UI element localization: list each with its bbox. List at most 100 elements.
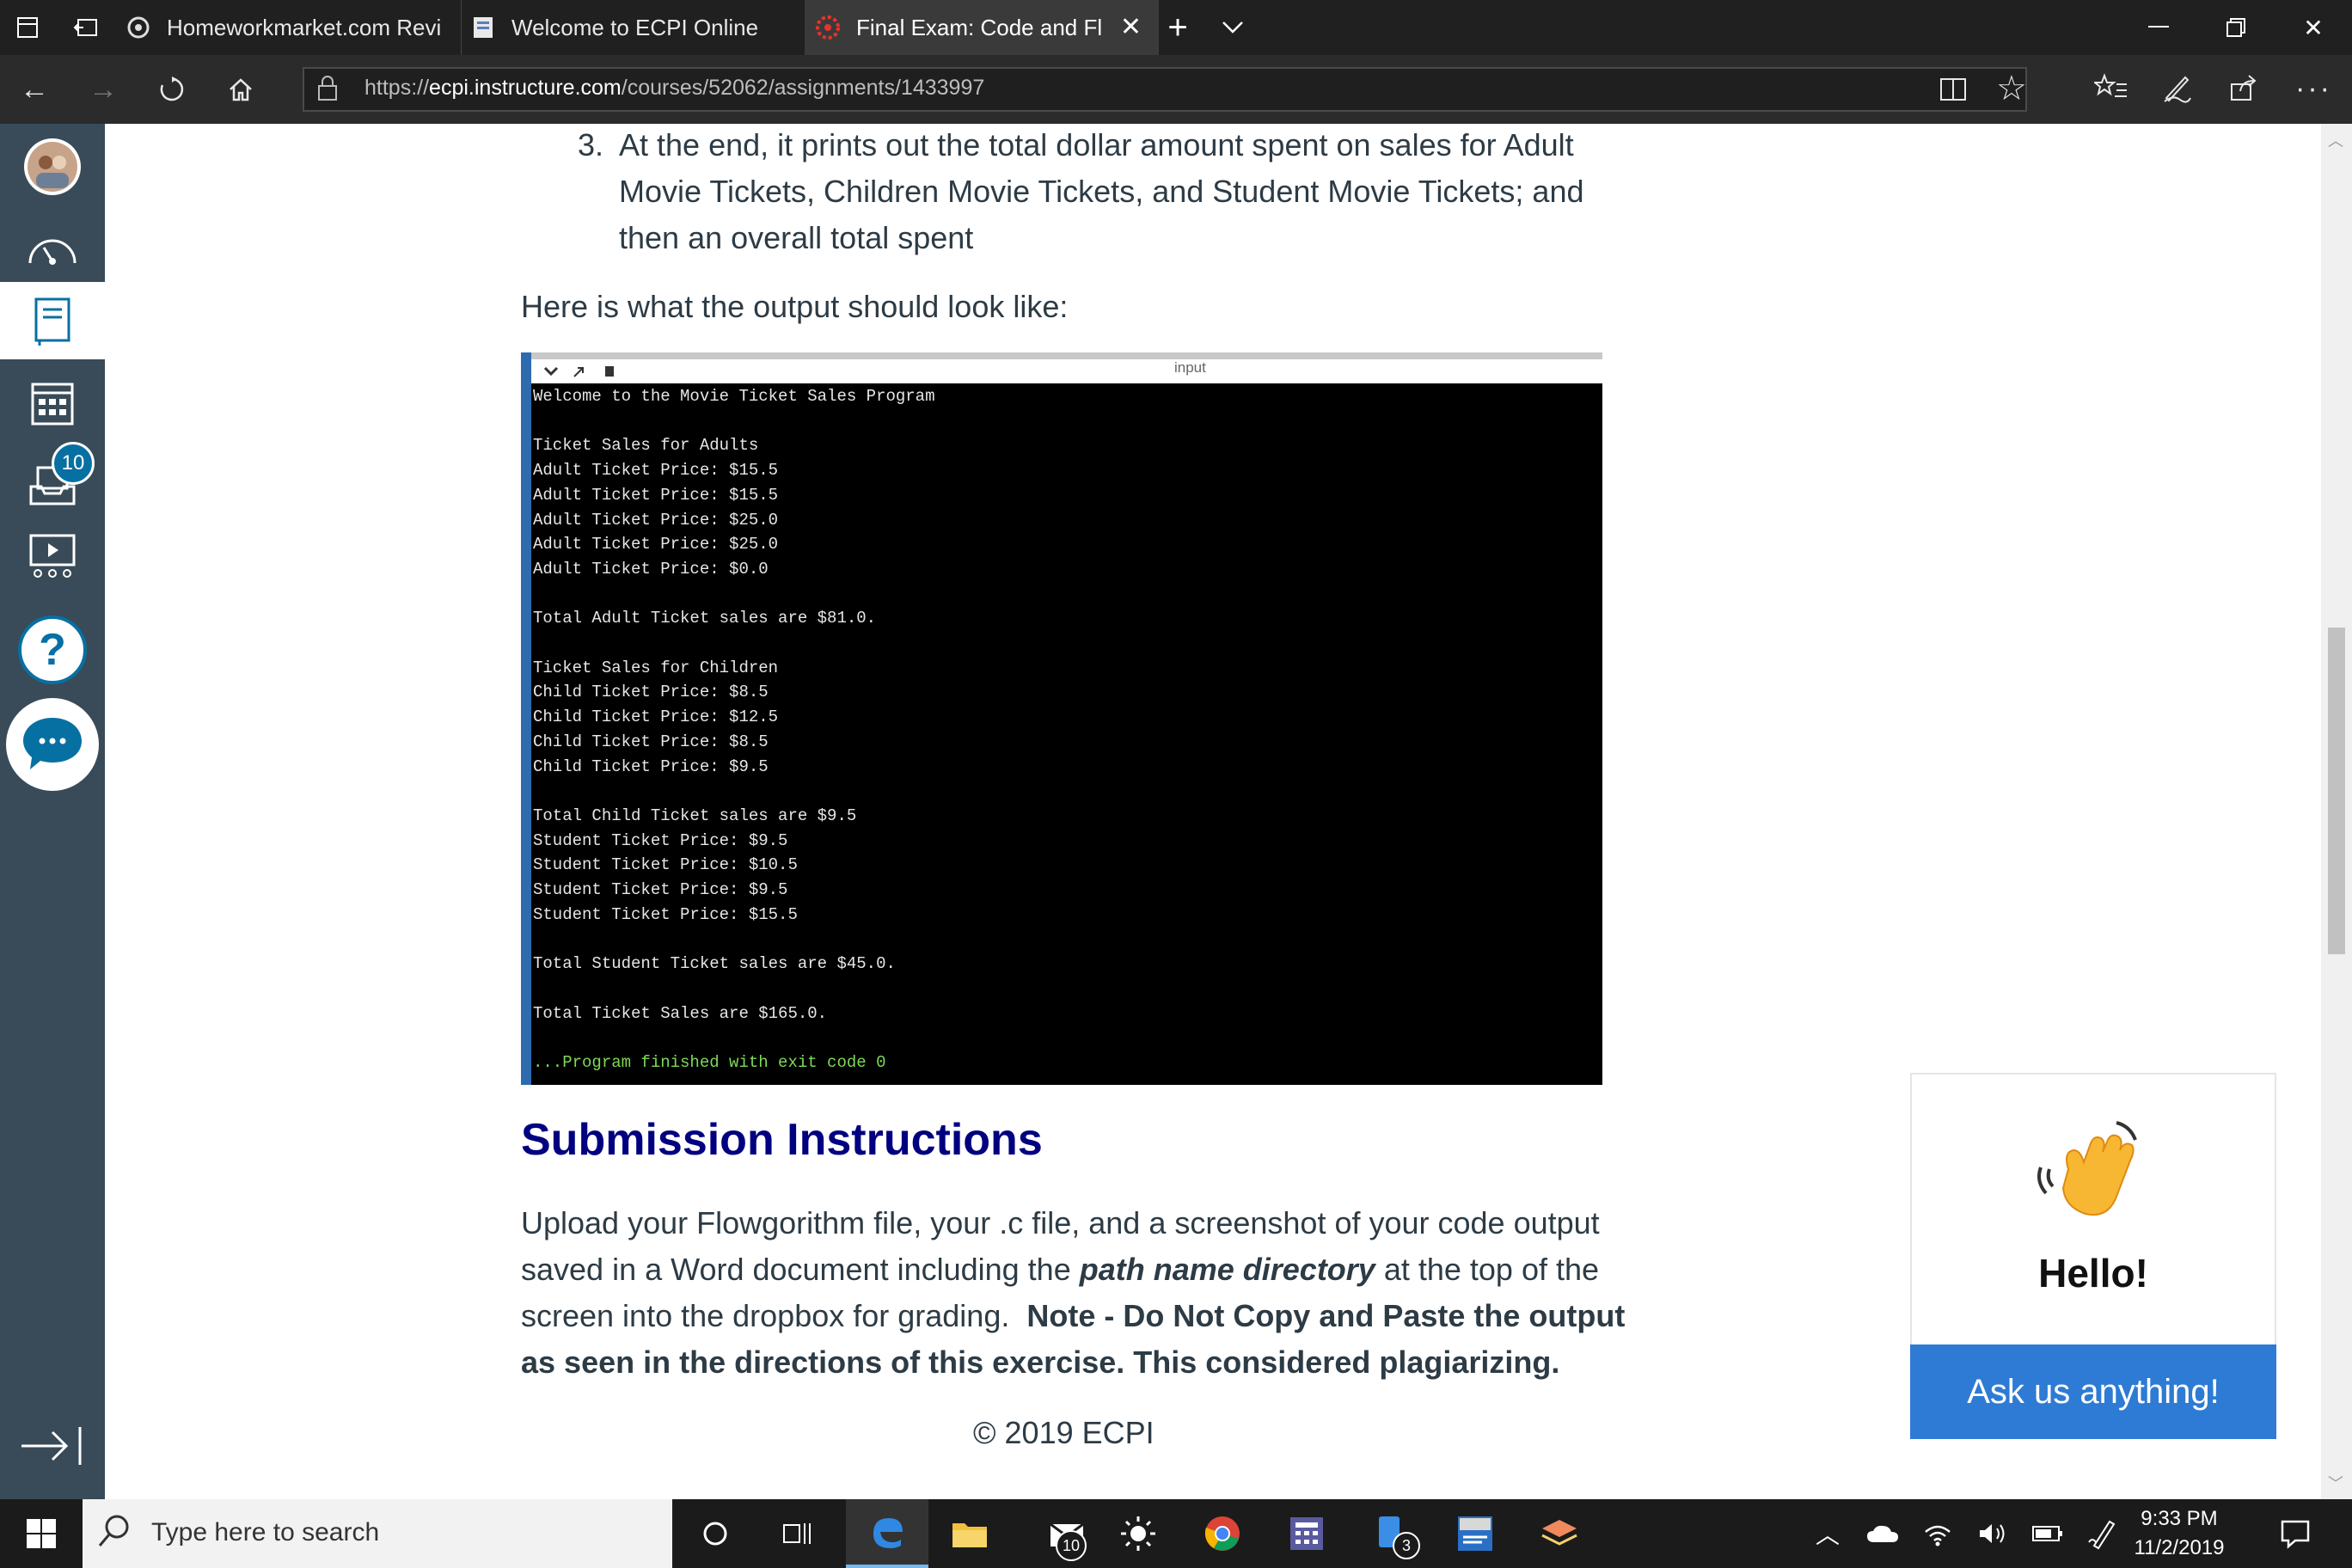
scroll-up-icon[interactable]: ︿ (2328, 129, 2343, 151)
console-line: ...Program finished with exit code 0 (533, 1052, 886, 1072)
app-badge: 3 (1393, 1532, 1420, 1559)
courses-icon[interactable] (0, 282, 105, 359)
pen-notes-icon[interactable] (2161, 72, 2192, 107)
console-line: Child Ticket Price: $8.5 (533, 732, 769, 751)
tab-label: Homeworkmarket.com Revi (167, 14, 442, 40)
console-line: Welcome to the Movie Ticket Sales Progra… (533, 387, 935, 406)
phone-app-icon[interactable] (1350, 1499, 1432, 1568)
list-text-line-3: then an overall total spent (619, 220, 974, 255)
console-line: Student Ticket Price: $15.5 (533, 904, 798, 924)
url-prefix: https:// (364, 76, 430, 100)
console-line: Student Ticket Price: $10.5 (533, 855, 798, 875)
system-clock[interactable]: 9:33 PM 11/2/2019 (2132, 1504, 2226, 1563)
list-text-line-1: At the end, it prints out the total doll… (619, 127, 1574, 162)
submission-line-4: as seen in the directions of this exerci… (521, 1344, 1560, 1380)
calendar-icon[interactable] (0, 361, 105, 444)
submission-text: at the top of the (1375, 1252, 1600, 1287)
new-tab-icon[interactable]: + (1152, 0, 1204, 55)
chevron-down-icon[interactable] (1207, 0, 1259, 55)
console-line: Adult Ticket Price: $25.0 (533, 535, 779, 554)
submission-text: screen into the dropbox for grading. (521, 1298, 1027, 1333)
console-line: Total Student Ticket sales are $45.0. (533, 954, 896, 974)
mail-badge: 10 (1056, 1530, 1087, 1561)
favorite-star-icon[interactable]: ☆ (1996, 69, 2027, 108)
chrome-icon[interactable] (1181, 1499, 1264, 1568)
submission-line-1: Upload your Flowgorithm file, your .c fi… (521, 1205, 1600, 1240)
tab-final-exam[interactable]: Final Exam: Code and Fl ✕ (805, 0, 1159, 55)
console-line: Adult Ticket Price: $0.0 (533, 559, 769, 579)
console-header-label: input (1174, 359, 1206, 376)
console-toolbar-icons (543, 363, 621, 386)
windows-start-icon[interactable] (0, 1499, 83, 1568)
account-avatar[interactable] (0, 126, 105, 208)
console-line: Child Ticket Price: $9.5 (533, 756, 769, 776)
file-explorer-icon[interactable] (928, 1499, 1011, 1568)
home-icon[interactable] (206, 55, 275, 124)
more-options-icon[interactable]: ··· (2295, 72, 2332, 106)
console-line: Adult Ticket Price: $15.5 (533, 461, 779, 481)
output-intro: Here is what the output should look like… (521, 289, 1069, 324)
clock-time: 9:33 PM (2141, 1507, 2218, 1530)
edge-browser-icon[interactable] (846, 1499, 928, 1568)
tab-ecpi-online[interactable]: Welcome to ECPI Online (461, 0, 814, 55)
favorites-list-icon[interactable] (2092, 72, 2128, 107)
console-header (524, 352, 1602, 383)
layers-app-icon[interactable] (1518, 1499, 1601, 1568)
document-icon (474, 17, 493, 38)
console-line: Adult Ticket Price: $15.5 (533, 485, 779, 505)
path-name-emphasis: path name directory (1079, 1252, 1375, 1287)
restore-icon[interactable] (2197, 0, 2275, 55)
task-view-icon[interactable] (756, 1499, 839, 1568)
chat-support-icon[interactable] (0, 693, 105, 796)
waving-hand-icon (2034, 1118, 2146, 1234)
console-line: Total Adult Ticket sales are $81.0. (533, 609, 877, 628)
url-domain: ecpi.instructure.com (429, 76, 622, 100)
scroll-down-icon[interactable]: ﹀ (2328, 1472, 2343, 1494)
collapse-nav-icon[interactable] (0, 1405, 105, 1487)
copyright: © 2019 ECPI (973, 1415, 1155, 1450)
console-left-border (521, 352, 531, 1085)
sun-weather-icon[interactable] (1097, 1499, 1179, 1568)
reading-view-icon[interactable] (1938, 74, 1969, 109)
back-arrow-icon[interactable]: ← (0, 55, 69, 124)
console-line: Adult Ticket Price: $25.0 (533, 510, 779, 530)
share-icon[interactable] (2228, 72, 2259, 107)
console-line: Child Ticket Price: $12.5 (533, 707, 779, 727)
canvas-logo-icon (816, 15, 840, 40)
notifications-icon[interactable] (2254, 1499, 2337, 1568)
clock-date: 11/2/2019 (2134, 1536, 2225, 1559)
close-window-icon[interactable]: ✕ (2275, 0, 2352, 55)
set-aside-tabs-icon[interactable] (58, 0, 113, 55)
search-placeholder: Type here to search (151, 1518, 380, 1547)
submission-line-3: screen into the dropbox for grading. Not… (521, 1293, 1625, 1339)
gear-icon (127, 16, 150, 39)
note-warning: Note - Do Not Copy and Paste the output (1026, 1298, 1626, 1333)
refresh-icon[interactable] (138, 55, 206, 124)
submission-text: saved in a Word document including the (521, 1252, 1080, 1287)
ask-us-button[interactable]: Ask us anything! (1910, 1344, 2276, 1439)
tab-label: Welcome to ECPI Online (511, 14, 759, 40)
help-icon[interactable]: ? (0, 607, 105, 693)
inbox-badge: 10 (52, 442, 95, 485)
cortana-icon[interactable] (674, 1499, 756, 1568)
calculator-icon[interactable] (1265, 1499, 1348, 1568)
tab-actions-icon[interactable] (0, 0, 55, 55)
close-tab-icon[interactable]: ✕ (1120, 12, 1142, 42)
console-line: Total Child Ticket sales are $9.5 (533, 805, 857, 825)
tab-homeworkmarket[interactable]: Homeworkmarket.com Revi (117, 0, 469, 55)
tab-label: Final Exam: Code and Fl (856, 14, 1103, 40)
url-text[interactable]: https://ecpi.instructure.com/courses/520… (364, 76, 984, 101)
console-line: Total Ticket Sales are $165.0. (533, 1003, 828, 1023)
scrollbar-thumb[interactable] (2328, 628, 2345, 954)
devcpp-icon[interactable] (1434, 1499, 1516, 1568)
list-text-line-2: Movie Tickets, Children Movie Tickets, a… (619, 174, 1584, 209)
dashboard-icon[interactable] (0, 208, 105, 291)
lock-icon (316, 74, 339, 107)
submission-heading: Submission Instructions (521, 1115, 1043, 1165)
forward-arrow-icon[interactable]: → (69, 55, 138, 124)
commons-icon[interactable] (0, 516, 105, 598)
minimize-icon[interactable] (2120, 0, 2197, 55)
chat-hello: Hello! (2038, 1251, 2148, 1295)
search-icon (96, 1513, 131, 1555)
console-line: Student Ticket Price: $9.5 (533, 880, 788, 899)
